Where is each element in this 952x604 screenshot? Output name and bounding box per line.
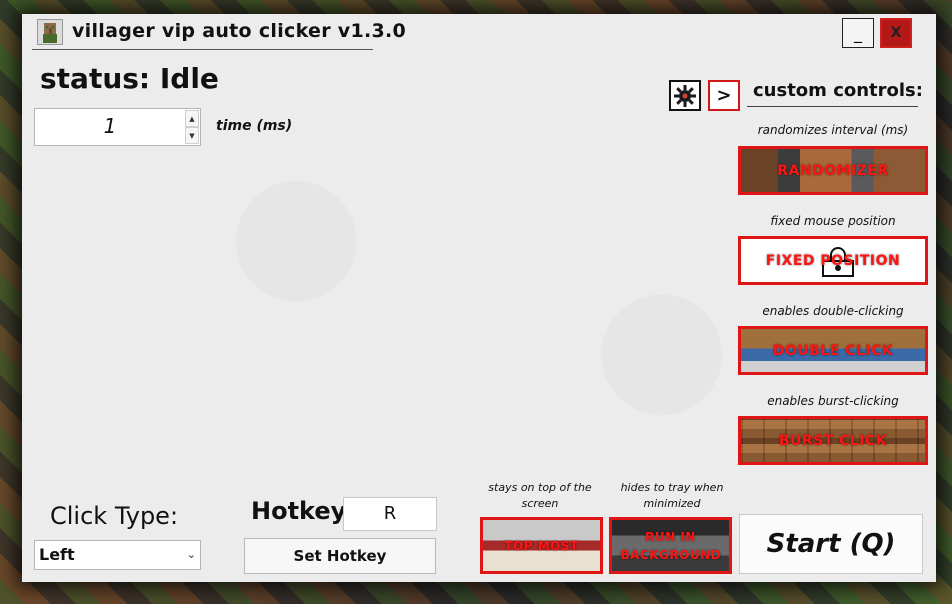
background-caption: hides to tray when minimized [620, 481, 724, 510]
click-type-select[interactable]: Left ⌄ [34, 540, 201, 570]
click-type-label: Click Type: [50, 502, 179, 530]
burst-click-button[interactable]: BURST CLICK [738, 416, 928, 465]
interval-value[interactable]: 1 [35, 109, 185, 145]
expand-controls-button[interactable]: > [708, 80, 740, 111]
minimize-button[interactable]: _ [842, 18, 874, 48]
top-most-button[interactable]: TOP MOST [480, 517, 603, 574]
hotkey-field[interactable]: R [343, 497, 437, 531]
randomizer-caption: randomizes interval (ms) [757, 123, 909, 137]
run-in-background-button[interactable]: RUN IN BACKGROUND [609, 517, 732, 574]
click-type-value: Left [39, 545, 75, 564]
villager-icon [37, 19, 63, 45]
close-button[interactable]: X [880, 18, 912, 48]
set-hotkey-button[interactable]: Set Hotkey [244, 538, 436, 574]
double-click-caption: enables double-clicking [762, 304, 904, 318]
hotkey-label: Hotkey: [251, 497, 356, 525]
window-title: villager vip auto clicker v1.3.0 [72, 20, 407, 42]
window-content: villager vip auto clicker v1.3.0 _ X sta… [22, 14, 936, 582]
interval-stepper[interactable]: 1 ▲ ▼ [34, 108, 201, 146]
double-click-button[interactable]: DOUBLE CLICK [738, 326, 928, 375]
custom-controls-title: custom controls: [753, 80, 923, 101]
top-most-caption: stays on top of the screen [488, 481, 592, 510]
burst-click-label: BURST CLICK [778, 432, 888, 449]
fixed-position-caption: fixed mouse position [770, 214, 896, 228]
burst-click-caption: enables burst-clicking [767, 394, 899, 408]
increment-arrow-icon[interactable]: ▲ [185, 110, 199, 127]
settings-button[interactable] [669, 80, 701, 111]
gear-icon [674, 84, 696, 107]
fixed-position-button[interactable]: FIXED POSITION [738, 236, 928, 285]
randomizer-button[interactable]: RANDOMIZER [738, 146, 928, 195]
top-most-label: TOP MOST [504, 538, 579, 553]
title-divider [32, 49, 373, 50]
decrement-arrow-icon[interactable]: ▼ [185, 127, 199, 144]
fixed-position-label: FIXED POSITION [765, 252, 901, 269]
interval-label: time (ms) [216, 118, 293, 134]
double-click-label: DOUBLE CLICK [772, 342, 894, 359]
randomizer-label: RANDOMIZER [777, 162, 889, 179]
custom-controls-divider [747, 106, 918, 107]
status-text: status: Idle [40, 62, 219, 95]
start-button[interactable]: Start (Q) [739, 514, 923, 574]
run-in-background-label: RUN IN BACKGROUND [620, 529, 722, 562]
chevron-down-icon[interactable]: ⌄ [187, 541, 196, 569]
app-window: villager vip auto clicker v1.3.0 _ X sta… [22, 14, 936, 582]
